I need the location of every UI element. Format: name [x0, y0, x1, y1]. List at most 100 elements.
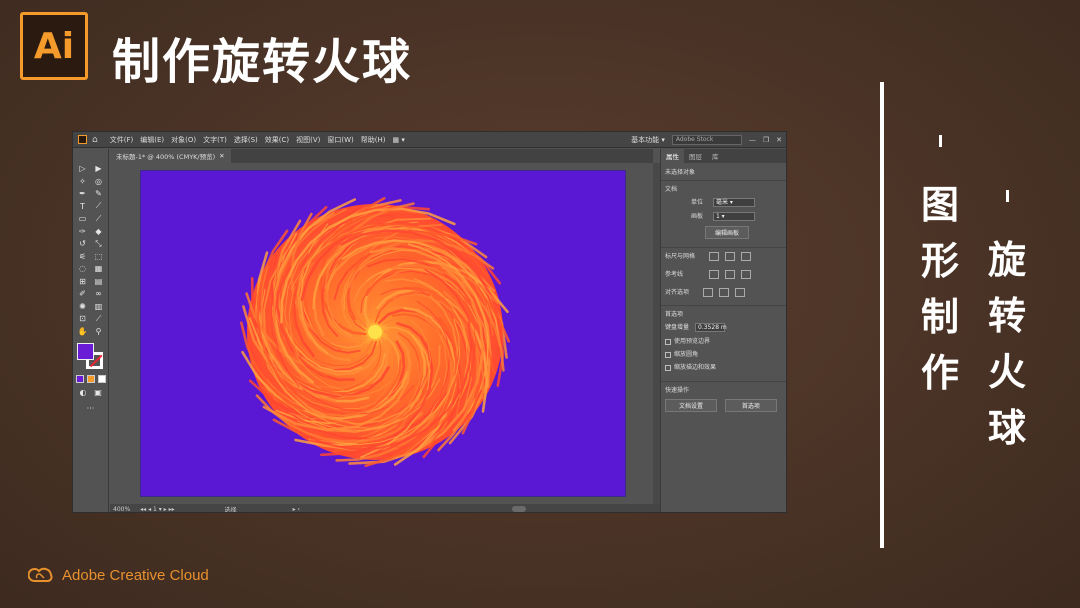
scale-strokes-checkbox[interactable]	[665, 364, 671, 371]
eyedropper-icon[interactable]: ✐	[77, 288, 89, 300]
align-label: 对齐选项	[665, 289, 690, 296]
canvas-area[interactable]	[110, 163, 653, 504]
rotate-tool-icon[interactable]: ↺	[77, 238, 89, 250]
vertical-scrollbar[interactable]	[653, 163, 660, 504]
shaper-tool-icon[interactable]: ✑	[77, 226, 89, 238]
side-char: 作	[921, 351, 960, 395]
screen-mode-icon[interactable]: ▣	[92, 387, 104, 399]
menu-effect[interactable]: 效果(C)	[265, 135, 289, 145]
minimize-icon[interactable]: —	[749, 136, 756, 144]
guides-icon[interactable]	[709, 270, 720, 279]
ruler-icon[interactable]	[709, 252, 720, 261]
draw-mode-icon[interactable]: ◐	[77, 387, 89, 399]
selection-tool-icon[interactable]: ▷	[77, 163, 89, 175]
logo-text: Ai	[33, 25, 75, 67]
shape-builder-icon[interactable]: ◌	[77, 263, 89, 275]
artboard-tool-icon[interactable]: ⊡	[77, 313, 89, 325]
column-graph-icon[interactable]: ▥	[93, 301, 105, 313]
artboard-nav[interactable]: ◂◂ ◂ 1 ▾ ▸ ▸▸	[140, 506, 174, 513]
restore-icon[interactable]: ❐	[763, 136, 769, 144]
properties-panel: 属性 图层 库 未选择对象 文档 单位 毫米 ▾ 画板 1 ▾ 编辑画板 标尺与…	[660, 149, 786, 512]
app-icon	[78, 135, 87, 144]
rectangle-tool-icon[interactable]: ▭	[77, 213, 89, 225]
document-tab[interactable]: 未标题-1* @ 400% (CMYK/预览) ✕	[110, 149, 231, 163]
scale-corners-label: 缩放圆角	[674, 351, 699, 358]
tab-layers[interactable]: 图层	[684, 149, 707, 163]
artboard-value: 1	[715, 213, 720, 220]
guides-label: 参考线	[665, 271, 684, 278]
stock-search-input[interactable]: Adobe Stock	[671, 134, 742, 145]
fireball-artwork	[240, 197, 510, 467]
menu-type[interactable]: 文字(T)	[203, 135, 227, 145]
eraser-icon[interactable]: ◆	[93, 226, 105, 238]
preview-bounds-checkbox[interactable]	[665, 338, 671, 345]
menu-edit[interactable]: 编辑(E)	[140, 135, 164, 145]
mesh-tool-icon[interactable]: ⊞	[77, 276, 89, 288]
illustrator-logo: Ai	[20, 12, 88, 80]
horizontal-scroll-thumb[interactable]	[512, 506, 526, 512]
align-selection-icon[interactable]	[703, 288, 714, 297]
artboard-select[interactable]: 1 ▾	[712, 212, 755, 221]
line-tool-icon[interactable]: ⟋	[93, 201, 105, 213]
curvature-tool-icon[interactable]: ✎	[93, 188, 105, 200]
artboard-number: 1	[153, 505, 157, 513]
tab-libraries[interactable]: 库	[707, 149, 724, 163]
smart-guides-icon[interactable]	[741, 270, 752, 279]
slice-tool-icon[interactable]: ⟋	[93, 313, 105, 325]
zoom-tool-icon[interactable]: ⚲	[93, 326, 105, 338]
menu-window[interactable]: 窗口(W)	[327, 135, 353, 145]
page-title: 制作旋转火球	[112, 34, 413, 90]
perspective-grid-icon[interactable]: ▦	[93, 263, 105, 275]
gradient-tool-icon[interactable]: ▤	[93, 276, 105, 288]
scale-tool-icon[interactable]: ⤡	[93, 238, 105, 250]
menu-file[interactable]: 文件(F)	[110, 135, 134, 145]
fill-stroke-swatches	[73, 341, 109, 371]
pen-tool-icon[interactable]: ✒	[77, 188, 89, 200]
side-char: 火	[988, 350, 1027, 394]
side-char: 制	[921, 295, 960, 339]
tab-close-icon[interactable]: ✕	[219, 152, 224, 160]
tab-properties[interactable]: 属性	[661, 149, 684, 163]
lasso-icon[interactable]: ◎	[93, 176, 105, 188]
color-mode-icon[interactable]	[75, 375, 84, 383]
symbol-sprayer-icon[interactable]: ✺	[77, 301, 89, 313]
menu-object[interactable]: 对象(O)	[171, 135, 196, 145]
hand-tool-icon[interactable]: ✋	[77, 326, 89, 338]
gradient-mode-icon[interactable]	[86, 375, 95, 383]
menu-select[interactable]: 选择(S)	[234, 135, 258, 145]
pixel-grid-icon[interactable]	[741, 252, 752, 261]
type-tool-icon[interactable]: T	[77, 201, 89, 213]
status-bar: 400% ◂◂ ◂ 1 ▾ ▸ ▸▸ 选择 ▸ ‹	[110, 504, 660, 513]
preview-bounds-label: 使用预览边界	[674, 338, 711, 345]
width-tool-icon[interactable]: ⚟	[77, 251, 89, 263]
grid-icon[interactable]	[725, 252, 736, 261]
keyboard-increment-input[interactable]: 0.3528 m	[695, 323, 727, 332]
unit-select[interactable]: 毫米 ▾	[712, 198, 755, 207]
scale-corners-checkbox[interactable]	[665, 351, 671, 358]
menu-view[interactable]: 视图(V)	[296, 135, 320, 145]
magic-wand-icon[interactable]: ✧	[77, 176, 89, 188]
zoom-level[interactable]: 400%	[113, 506, 130, 513]
menu-help[interactable]: 帮助(H)	[361, 135, 386, 145]
lock-guides-icon[interactable]	[725, 270, 736, 279]
tick-mark	[1005, 190, 1009, 202]
direct-selection-tool-icon[interactable]: ▶	[93, 163, 105, 175]
artboard[interactable]	[141, 171, 625, 496]
none-mode-icon[interactable]	[97, 375, 106, 383]
preferences-button[interactable]: 首选项	[724, 399, 777, 412]
status-arrow-icon[interactable]: ▸ ‹	[293, 506, 300, 513]
align-key-icon[interactable]	[719, 288, 730, 297]
more-tools-icon[interactable]: ···	[85, 403, 97, 415]
workspace-switcher[interactable]: 基本功能 ▾	[631, 135, 665, 145]
blend-tool-icon[interactable]: ∞	[93, 288, 105, 300]
home-icon[interactable]: ⌂	[92, 135, 98, 145]
close-icon[interactable]: ✕	[776, 136, 782, 144]
align-artboard-icon[interactable]	[735, 288, 746, 297]
free-transform-icon[interactable]: ⬚	[93, 251, 105, 263]
paintbrush-icon[interactable]: ⟋	[93, 213, 105, 225]
fill-swatch[interactable]	[77, 343, 94, 360]
arrange-documents-icon[interactable]: ▦ ▾	[393, 136, 405, 144]
edit-artboard-button[interactable]: 编辑画板	[705, 226, 749, 239]
workspace-label: 基本功能	[631, 135, 660, 144]
document-setup-button[interactable]: 文档设置	[665, 399, 717, 412]
